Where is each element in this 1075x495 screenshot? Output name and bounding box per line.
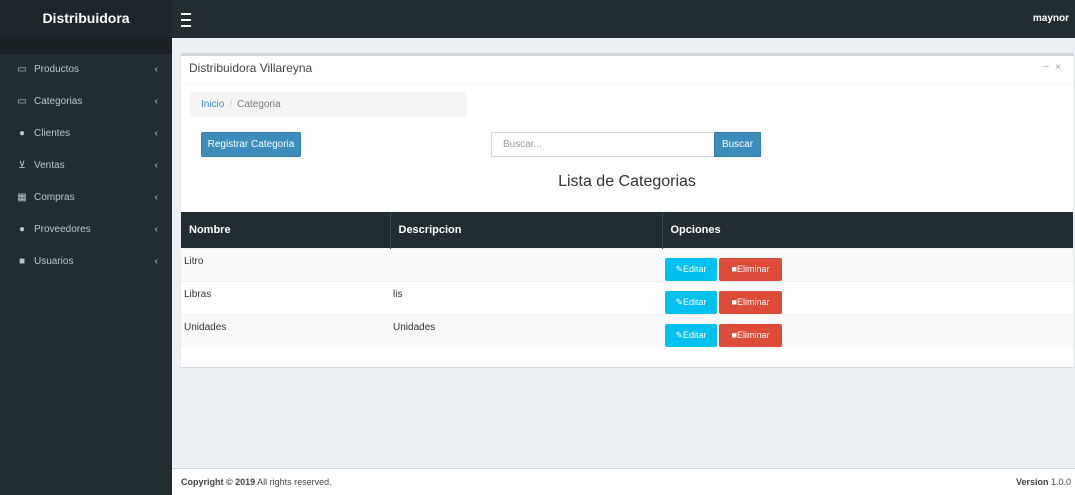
- delete-label: Eliminar: [736, 296, 770, 307]
- grid-icon: ▦: [17, 192, 27, 203]
- search-button[interactable]: Buscar: [714, 132, 761, 157]
- edit-label: Editar: [683, 329, 707, 340]
- sidebar-item-productos[interactable]: ▭ Productos ‹: [0, 54, 172, 86]
- cell-descripcion: Unidades: [390, 313, 662, 347]
- copyright-rest: All rights reserved.: [255, 477, 332, 487]
- top-navbar: Distribuidora maynor: [0, 0, 1075, 38]
- chevron-left-icon: ‹: [154, 160, 158, 171]
- cart-icon: ⊻: [18, 160, 26, 171]
- laptop-icon: ▭: [17, 96, 27, 107]
- sidebar: ▭ Productos ‹ ▭ Categorias ‹ ● Clientes ‹ ⊻…: [0, 38, 172, 495]
- table-row: Libras lis ✎Editar ■Eliminar: [181, 280, 1073, 314]
- main-content: Distribuidora Villareyna −× Inicio / Categ…: [172, 38, 1075, 468]
- folder-icon: ■: [18, 256, 26, 267]
- sidebar-item-label: Proveedores: [34, 224, 91, 235]
- cell-opciones: ✎Editar ■Eliminar: [662, 280, 1073, 314]
- cell-nombre: Unidades: [181, 313, 390, 347]
- divider: [181, 83, 1073, 84]
- version-value: 1.0.0: [1048, 477, 1071, 487]
- edit-icon: ✎: [675, 296, 684, 307]
- breadcrumb: Inicio / Categoria: [190, 92, 467, 117]
- breadcrumb-separator: /: [229, 99, 233, 110]
- user-icon: ●: [18, 128, 26, 139]
- brand-logo[interactable]: Distribuidora: [0, 0, 172, 38]
- chevron-left-icon: ‹: [154, 64, 158, 75]
- cell-opciones: ✎Editar ■Eliminar: [662, 313, 1073, 347]
- edit-icon: ✎: [675, 263, 684, 274]
- user-icon: ●: [18, 224, 26, 235]
- chevron-left-icon: ‹: [154, 128, 158, 139]
- chevron-left-icon: ‹: [154, 192, 158, 203]
- edit-button[interactable]: ✎Editar: [665, 323, 717, 347]
- copyright-bold: Copyright © 2019: [181, 477, 256, 487]
- breadcrumb-current: Categoria: [237, 99, 281, 110]
- cell-opciones: ✎Editar ■Eliminar: [662, 247, 1073, 281]
- delete-label: Eliminar: [736, 329, 770, 340]
- footer: Copyright © 2019 All rights reserved. Ve…: [172, 468, 1075, 495]
- column-header-opciones: Opciones: [662, 212, 1073, 248]
- sidebar-item-label: Categorias: [34, 96, 83, 107]
- laptop-icon: ▭: [17, 64, 27, 75]
- box-title: Distribuidora Villareyna: [189, 61, 313, 75]
- cell-nombre: Litro: [181, 247, 390, 281]
- categories-table: Nombre Descripcion Opciones Litro ✎Edita…: [181, 212, 1073, 347]
- menu-toggle-icon[interactable]: [181, 9, 191, 27]
- version-text: Version 1.0.0: [1016, 469, 1071, 495]
- delete-button[interactable]: ■Eliminar: [719, 257, 782, 281]
- copyright-text: Copyright © 2019 All rights reserved.: [181, 469, 332, 495]
- sidebar-item-proveedores[interactable]: ● Proveedores ‹: [0, 214, 172, 246]
- edit-button[interactable]: ✎Editar: [665, 290, 717, 314]
- chevron-left-icon: ‹: [154, 256, 158, 267]
- user-menu[interactable]: maynor: [1033, 0, 1069, 38]
- content-box: Distribuidora Villareyna −× Inicio / Categ…: [181, 53, 1073, 367]
- table-header-row: Nombre Descripcion Opciones: [181, 212, 1073, 248]
- cell-descripcion: [390, 247, 662, 281]
- box-tools: −×: [1043, 62, 1067, 73]
- collapse-icon[interactable]: −: [1043, 62, 1055, 73]
- sidebar-header: [0, 38, 172, 54]
- edit-label: Editar: [683, 263, 707, 274]
- edit-button[interactable]: ✎Editar: [665, 257, 717, 281]
- sidebar-item-clientes[interactable]: ● Clientes ‹: [0, 118, 172, 150]
- version-label: Version: [1015, 477, 1049, 487]
- delete-button[interactable]: ■Eliminar: [719, 323, 782, 347]
- sidebar-item-label: Productos: [34, 64, 80, 75]
- column-header-descripcion: Descripcion: [390, 212, 663, 248]
- table-row: Litro ✎Editar ■Eliminar: [181, 247, 1073, 281]
- breadcrumb-home-link[interactable]: Inicio: [201, 99, 224, 110]
- cell-descripcion: lis: [390, 280, 662, 314]
- list-title: Lista de Categorias: [558, 173, 696, 190]
- sidebar-item-ventas[interactable]: ⊻ Ventas ‹: [0, 150, 172, 182]
- sidebar-item-compras[interactable]: ▦ Compras ‹: [0, 182, 172, 214]
- delete-button[interactable]: ■Eliminar: [719, 290, 782, 314]
- sidebar-item-label: Ventas: [34, 160, 65, 171]
- close-icon[interactable]: ×: [1055, 62, 1067, 73]
- search-input[interactable]: Buscar...: [491, 132, 715, 157]
- edit-icon: ✎: [675, 329, 684, 340]
- column-header-nombre: Nombre: [181, 212, 391, 248]
- sidebar-item-label: Usuarios: [34, 256, 74, 267]
- table-row: Unidades Unidades ✎Editar ■Eliminar: [181, 313, 1073, 347]
- chevron-left-icon: ‹: [154, 224, 158, 235]
- sidebar-item-categorias[interactable]: ▭ Categorias ‹: [0, 86, 172, 118]
- chevron-left-icon: ‹: [154, 96, 158, 107]
- cell-nombre: Libras: [181, 280, 390, 314]
- delete-label: Eliminar: [736, 263, 770, 274]
- sidebar-item-label: Clientes: [34, 128, 71, 139]
- sidebar-item-usuarios[interactable]: ■ Usuarios ‹: [0, 246, 172, 278]
- register-category-button[interactable]: Registrar Categoria: [201, 132, 301, 157]
- edit-label: Editar: [683, 296, 707, 307]
- sidebar-item-label: Compras: [34, 192, 75, 203]
